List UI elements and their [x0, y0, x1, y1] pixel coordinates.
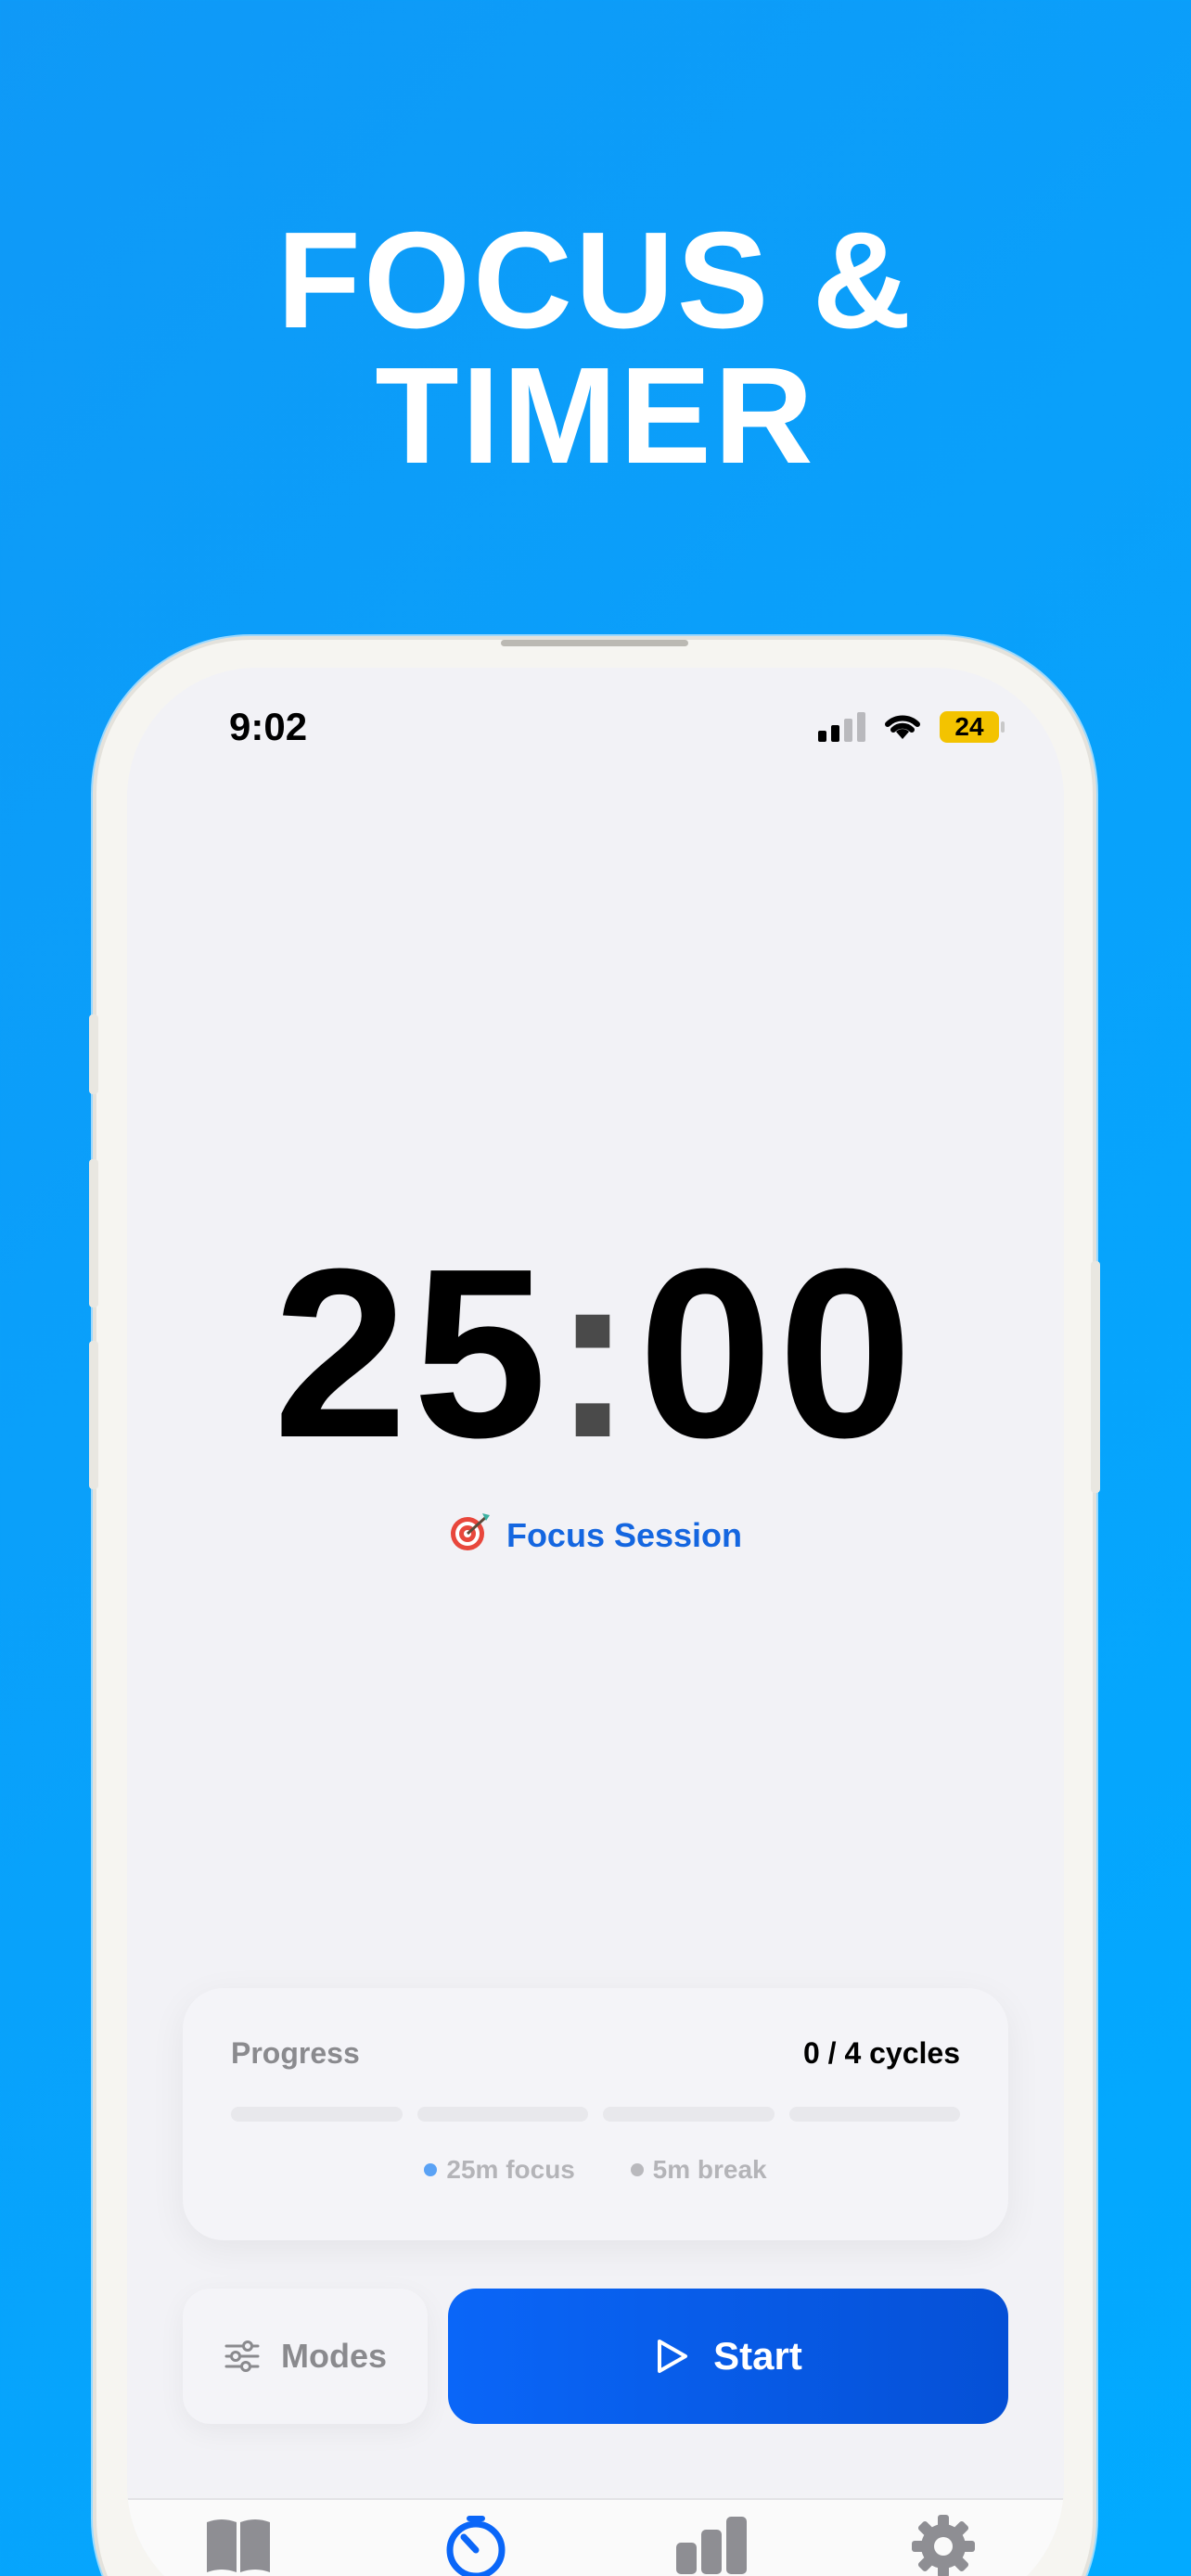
timer-icon — [446, 2516, 506, 2576]
legend-focus-dot — [424, 2163, 438, 2176]
cycle-bar — [603, 2107, 775, 2122]
headline-line-1: FOCUS & — [276, 204, 915, 357]
tab-bar — [127, 2498, 1064, 2576]
tab-library[interactable] — [201, 2515, 275, 2576]
headline-line-2: TIMER — [375, 339, 816, 492]
timer-separator: : — [552, 1219, 639, 1488]
modes-button[interactable]: Modes — [183, 2289, 428, 2424]
phone-volume-down-button — [89, 1341, 98, 1489]
cycle-bar — [788, 2107, 960, 2122]
tab-settings[interactable] — [906, 2515, 980, 2576]
cycle-bar — [416, 2107, 588, 2122]
status-time: 9:02 — [229, 705, 308, 748]
session-label: Focus Session — [127, 1510, 1064, 1555]
legend-focus-label: 25m focus — [446, 2155, 575, 2184]
cycle-progress-bars — [231, 2107, 960, 2122]
start-button[interactable]: Start — [448, 2289, 1008, 2424]
legend-focus: 25m focus — [424, 2155, 575, 2184]
countdown-display: 25:00 — [127, 1233, 1064, 1474]
tab-stats[interactable] — [674, 2515, 749, 2576]
legend-break-dot — [630, 2163, 644, 2176]
progress-card: Progress 0 / 4 cycles 25m focus 5m break — [183, 1988, 1008, 2240]
start-label: Start — [713, 2334, 802, 2378]
wifi-icon — [885, 715, 920, 739]
progress-legend: 25m focus 5m break — [183, 2155, 1008, 2185]
cycles-count: 0 / 4 cycles — [802, 2036, 960, 2070]
target-icon — [450, 1513, 490, 1550]
timer-minutes: 25 — [273, 1219, 553, 1488]
session-label-text: Focus Session — [506, 1516, 743, 1554]
app-screen: 9:02 24 25:00 Focus Session Progress 0 /… — [127, 668, 1064, 2576]
cycle-bar — [231, 2107, 403, 2122]
promo-headline: FOCUS & TIMER — [0, 204, 1191, 492]
chart-icon — [676, 2517, 747, 2574]
phone-power-button — [1091, 1261, 1100, 1493]
phone-volume-up-button — [89, 1159, 98, 1307]
progress-label: Progress — [231, 2036, 360, 2070]
legend-break: 5m break — [630, 2155, 767, 2184]
legend-break-label: 5m break — [652, 2155, 767, 2184]
play-icon — [658, 2340, 688, 2373]
cellular-signal-icon — [818, 712, 865, 742]
modes-label: Modes — [280, 2337, 387, 2375]
timer-seconds: 00 — [638, 1219, 918, 1488]
phone-speaker — [501, 640, 688, 646]
status-indicators: 24 — [818, 710, 1005, 744]
phone-side-button — [89, 1014, 98, 1094]
book-icon — [207, 2519, 270, 2572]
battery-icon: 24 — [940, 711, 1005, 743]
tab-timer[interactable] — [439, 2515, 513, 2576]
sliders-icon — [224, 2340, 260, 2372]
gear-icon — [912, 2515, 975, 2576]
